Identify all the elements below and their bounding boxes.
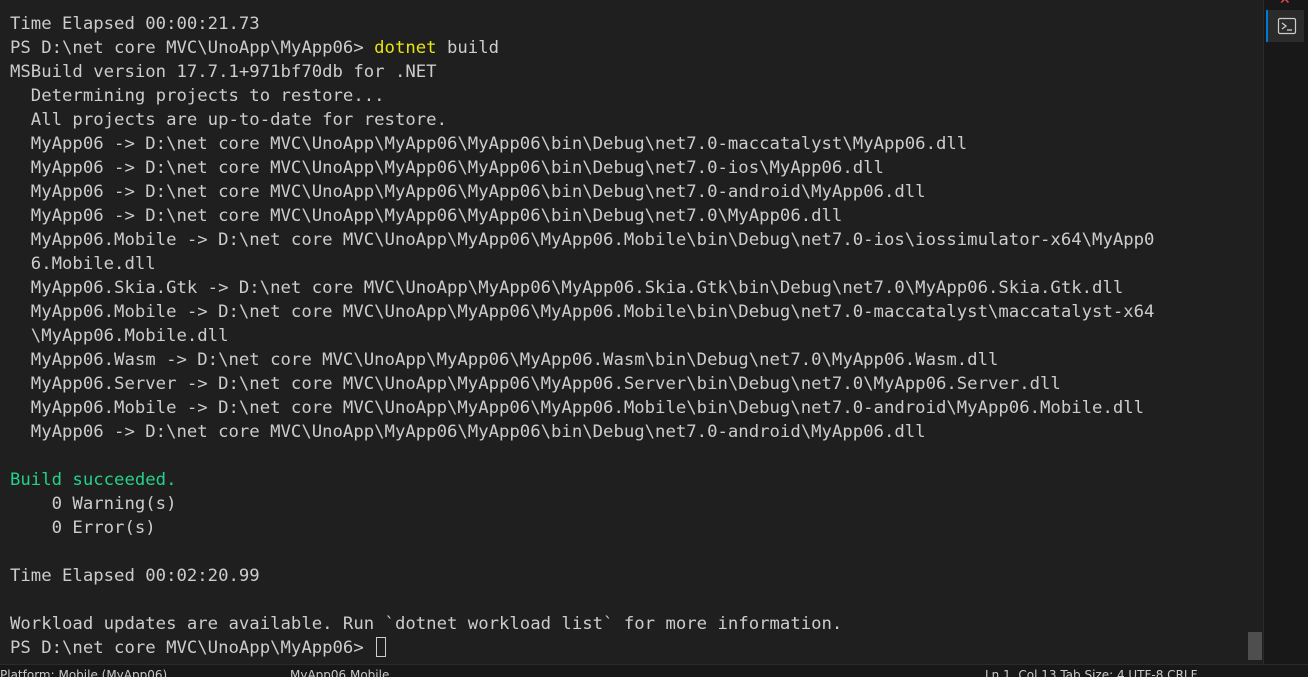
error-count: 0 Error(s) — [10, 518, 156, 538]
terminal-line: MyApp06 -> D:\net core MVC\UnoApp\MyApp0… — [10, 158, 884, 178]
terminal-powershell-icon — [1277, 17, 1297, 35]
terminal-line: All projects are up-to-date for restore. — [10, 110, 447, 130]
close-icon[interactable]: ✕ — [1279, 0, 1291, 8]
workload-notice: Workload updates are available. Run `dot… — [10, 614, 843, 634]
terminal-command-line: PS D:\net core MVC\UnoApp\MyApp06> dotne… — [10, 36, 1154, 60]
terminal-line: MyApp06.Wasm -> D:\net core MVC\UnoApp\M… — [10, 350, 999, 370]
time-elapsed: Time Elapsed 00:02:20.99 — [10, 566, 260, 586]
terminal-line: MyApp06.Skia.Gtk -> D:\net core MVC\UnoA… — [10, 278, 1124, 298]
terminal-line: MyApp06 -> D:\net core MVC\UnoApp\MyApp0… — [10, 206, 843, 226]
prompt: PS D:\net core MVC\UnoApp\MyApp06> — [10, 38, 375, 58]
status-bar: Platform: Mobile (MyApp06) MyApp06.Mobil… — [0, 664, 1308, 677]
terminal-output[interactable]: Time Elapsed 00:00:21.73 PS D:\net core … — [0, 0, 1248, 664]
build-status: Build succeeded. — [10, 470, 177, 490]
terminal-line: MyApp06 -> D:\net core MVC\UnoApp\MyApp0… — [10, 182, 926, 202]
terminal-side-panel — [1263, 0, 1308, 664]
terminal-tab[interactable] — [1266, 10, 1304, 42]
terminal-line: \MyApp06.Mobile.dll — [10, 326, 229, 346]
terminal-line: 6.Mobile.dll — [10, 254, 156, 274]
command-name: dotnet — [374, 38, 437, 58]
scrollbar-thumb[interactable] — [1248, 632, 1262, 660]
terminal-line: Determining projects to restore... — [10, 86, 385, 106]
terminal-prompt-line[interactable]: PS D:\net core MVC\UnoApp\MyApp06> — [10, 636, 1154, 660]
terminal-line: MyApp06 -> D:\net core MVC\UnoApp\MyApp0… — [10, 422, 926, 442]
terminal-cursor[interactable] — [376, 637, 387, 657]
scrollbar-track[interactable] — [1248, 0, 1262, 664]
terminal-line: Time Elapsed 00:00:21.73 — [10, 14, 260, 34]
warning-count: 0 Warning(s) — [10, 494, 177, 514]
command-args: build — [436, 38, 500, 58]
prompt: PS D:\net core MVC\UnoApp\MyApp06> — [10, 638, 375, 658]
terminal-line: MyApp06.Mobile -> D:\net core MVC\UnoApp… — [10, 302, 1155, 322]
terminal-line: MyApp06.Mobile -> D:\net core MVC\UnoApp… — [10, 230, 1155, 250]
terminal-line: MyApp06.Mobile -> D:\net core MVC\UnoApp… — [10, 398, 1145, 418]
terminal-line: MSBuild version 17.7.1+971bf70db for .NE… — [10, 62, 437, 82]
terminal-line: MyApp06 -> D:\net core MVC\UnoApp\MyApp0… — [10, 134, 968, 154]
terminal-line: MyApp06.Server -> D:\net core MVC\UnoApp… — [10, 374, 1061, 394]
terminal-lines: Time Elapsed 00:00:21.73 PS D:\net core … — [10, 12, 1154, 660]
